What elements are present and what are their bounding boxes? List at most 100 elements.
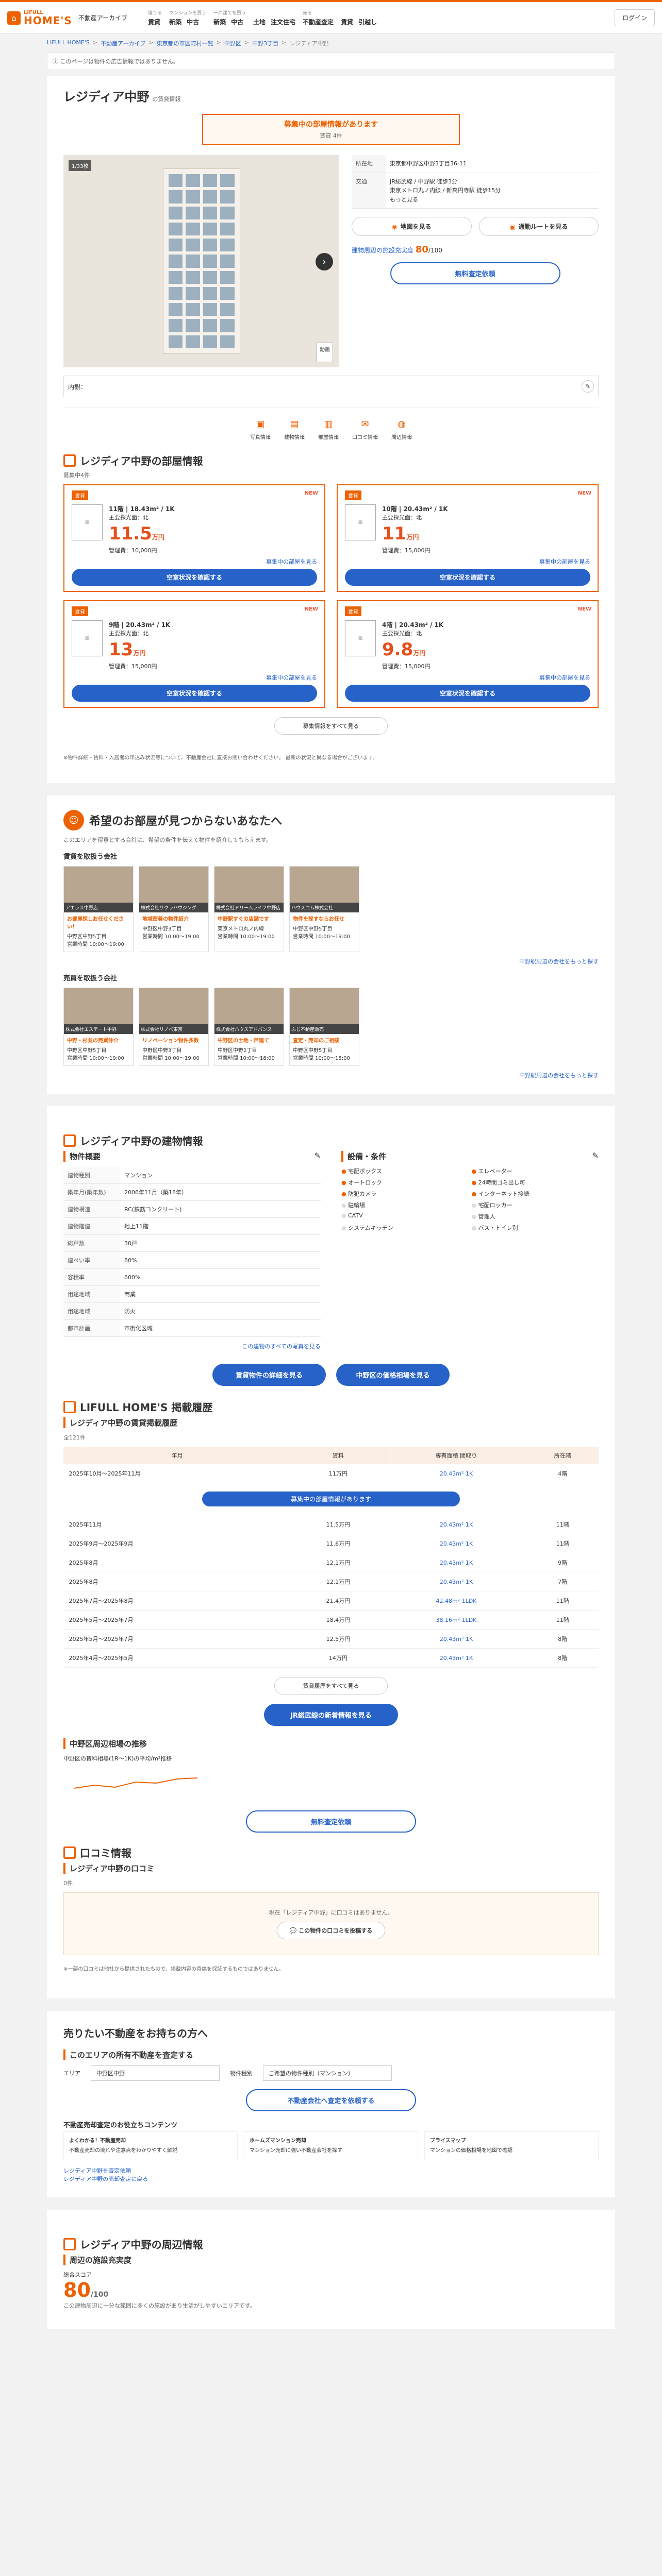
chevron-right-icon[interactable]: › bbox=[316, 253, 333, 270]
nav-item[interactable]: 不動産査定 bbox=[303, 18, 334, 26]
quick-nav-item[interactable]: ▥ 部屋情報 bbox=[318, 417, 339, 441]
floorplan-icon: ▦ bbox=[345, 620, 376, 656]
history-cell: 11.6万円 bbox=[290, 1534, 386, 1553]
room-link[interactable]: 募集中の部屋を見る bbox=[266, 674, 317, 681]
tip-card[interactable]: プライスマップ マンションの価格相場を地図で確認 bbox=[424, 2131, 599, 2160]
nav-item[interactable]: 中古 bbox=[187, 18, 199, 26]
overview-value: マンション bbox=[120, 1167, 321, 1184]
more-rooms-button[interactable]: 募集情報をすべて見る bbox=[274, 717, 388, 735]
window bbox=[168, 270, 183, 284]
appraisal-button[interactable]: 無料査定依頼 bbox=[390, 262, 560, 285]
feature-item: 管理人 bbox=[472, 1212, 599, 1221]
overview-value: RC(鉄筋コンクリート) bbox=[120, 1200, 321, 1218]
breadcrumb-item[interactable]: LIFULL HOME'S bbox=[47, 39, 90, 47]
agent-card[interactable]: 株式会社ドリームライフ中野店 中野駅すぐの店舗です 東京メトロ丸ノ内線 営業時間 10… bbox=[214, 866, 284, 952]
agent-card[interactable]: アエラス中野店 お部屋探しお任せください！ 中野区中野5丁目 営業時間 10:00〜1… bbox=[63, 866, 134, 952]
vacancy-check-button[interactable]: 空室状況を確認する bbox=[72, 569, 317, 586]
tip-card[interactable]: よくわかる！不動産売却 不動産売却の流れや注意点をわかりやすく解説 bbox=[63, 2131, 238, 2160]
price-value: 13 bbox=[109, 639, 134, 660]
nav-item[interactable]: 賃貸 bbox=[341, 18, 353, 26]
nav-item[interactable]: 土地 bbox=[253, 18, 266, 26]
map-button[interactable]: ◉ 地図を見る bbox=[352, 217, 472, 236]
room-link[interactable]: 募集中の部屋を見る bbox=[266, 558, 317, 565]
sell-link[interactable]: レジディア中野の売却査定に戻る bbox=[63, 2175, 599, 2183]
vacancy-check-button[interactable]: 空室状況を確認する bbox=[72, 685, 317, 702]
window bbox=[203, 222, 217, 236]
more-history-button[interactable]: 賃貸履歴をすべて見る bbox=[274, 1677, 388, 1694]
more-sale-agents-link[interactable]: 中野駅周辺の会社をもっと探す bbox=[519, 1072, 599, 1079]
route-button[interactable]: ▣ 通勤ルートを見る bbox=[478, 217, 599, 236]
window bbox=[168, 222, 183, 236]
agents-title: 希望のお部屋が見つからないあなたへ bbox=[89, 815, 283, 828]
room-link[interactable]: 募集中の部屋を見る bbox=[539, 674, 590, 681]
overview-value: 市街化区域 bbox=[120, 1319, 321, 1337]
eval-score: 80 bbox=[415, 244, 428, 256]
agent-card[interactable]: 株式会社エステート中野 中野・杉並の売買仲介 中野区中野5丁目 営業時間 10:00〜… bbox=[63, 988, 134, 1066]
sep: / bbox=[154, 621, 161, 629]
area-select[interactable]: 中野区中野 bbox=[91, 2065, 220, 2081]
pencil-icon[interactable]: ✎ bbox=[582, 380, 594, 393]
nav-item[interactable]: 引越し bbox=[358, 18, 377, 26]
rent-agents-head: 賃貸を取扱う会社 bbox=[63, 853, 118, 861]
breadcrumb-item[interactable]: 不動産アーカイブ bbox=[101, 39, 145, 47]
quick-nav-item[interactable]: ▣ 写真情報 bbox=[250, 417, 271, 441]
agent-body: 地域密着の物件紹介 中野区中野3丁目 営業時間 10:00〜19:00 bbox=[139, 912, 208, 944]
request-appraisal-button[interactable]: 不動産会社へ査定を依頼する bbox=[246, 2089, 416, 2111]
breadcrumb-item[interactable]: 東京都の市区町村一覧 bbox=[157, 39, 213, 47]
agent-card[interactable]: ハウスコム株式会社 物件を探すならお任せ 中野区中野5丁目 営業時間 10:00〜19… bbox=[289, 866, 359, 952]
agent-name: 株式会社ハウスアドバンス bbox=[214, 1024, 284, 1034]
room-link-wrap: 募集中の部屋を見る bbox=[345, 557, 590, 566]
history-cell: 4階 bbox=[526, 1464, 599, 1483]
agent-card[interactable]: 株式会社ハウスアドバンス 中野区の土地・戸建て 中野区中野2丁目 営業時間 10:00… bbox=[214, 988, 284, 1066]
tip-card[interactable]: ホームズマンション売却 マンション売却に強い不動産会社を探す bbox=[244, 2131, 418, 2160]
quick-nav-item[interactable]: ▤ 建物情報 bbox=[284, 417, 305, 441]
vacancy-banner[interactable]: 募集中の部屋情報があります 賃貸 4件 bbox=[202, 114, 460, 145]
nav-item[interactable]: 注文住宅 bbox=[271, 18, 295, 26]
pencil-icon[interactable]: ✎ bbox=[314, 1151, 321, 1162]
history-col: 所在階 bbox=[526, 1447, 599, 1464]
post-review-button[interactable]: 💬 この物件の口コミを投稿する bbox=[276, 1922, 386, 1939]
breadcrumb-item[interactable]: 中野3丁目 bbox=[252, 39, 278, 47]
history-cell: 12.1万円 bbox=[290, 1572, 386, 1591]
vacancy-check-button[interactable]: 空室状況を確認する bbox=[345, 569, 590, 586]
history-cell: 2025年8月 bbox=[63, 1572, 291, 1591]
appraisal-button-2[interactable]: 無料査定依頼 bbox=[246, 1810, 416, 1833]
info-row: 交通 JR総武線 / 中野駅 徒歩3分 東京メトロ丸ノ内線 / 新高円寺駅 徒歩1… bbox=[352, 173, 599, 209]
logo[interactable]: ⌂ LIFULL HOME'S bbox=[7, 10, 72, 26]
quick-nav-item[interactable]: ✉ 口コミ情報 bbox=[352, 417, 378, 441]
pencil-icon[interactable]: ✎ bbox=[592, 1151, 599, 1162]
room-link[interactable]: 募集中の部屋を見る bbox=[539, 558, 590, 565]
archive-label[interactable]: 不動産アーカイブ bbox=[78, 13, 127, 22]
overview-row: 用途地域 防火 bbox=[63, 1302, 321, 1320]
overview-key: 用途地域 bbox=[63, 1302, 120, 1320]
vacancy-check-button[interactable]: 空室状況を確認する bbox=[345, 685, 590, 702]
new-listings-button[interactable]: JR総武線の新着情報を見る bbox=[264, 1704, 398, 1726]
building-image bbox=[162, 168, 240, 354]
price-button[interactable]: 中野区の価格相場を見る bbox=[336, 1364, 450, 1386]
overview-key: 建ぺい率 bbox=[63, 1251, 120, 1269]
eval-link[interactable]: 建物周辺の施設充実度 bbox=[352, 247, 413, 254]
nav-item[interactable]: 新築 bbox=[169, 18, 181, 26]
agent-card[interactable]: 株式会社リノベ東京 リノベーション物件多数 中野区中野3丁目 営業時間 10:00〜1… bbox=[139, 988, 209, 1066]
nav-item[interactable]: 賃貸 bbox=[148, 18, 160, 26]
history-cell: 11階 bbox=[526, 1591, 599, 1611]
more-agents-link[interactable]: 中野駅周辺の会社をもっと探す bbox=[519, 958, 599, 965]
sell-title: 売りたい不動産をお持ちの方へ bbox=[63, 2027, 208, 2040]
type-select[interactable]: ご希望の物件種別（マンション） bbox=[263, 2065, 392, 2081]
agent-card[interactable]: 株式会社サクラハウジング 地域密着の物件紹介 中野区中野3丁目 営業時間 10:00〜… bbox=[139, 866, 209, 952]
video-icon[interactable]: 動画 bbox=[317, 343, 333, 362]
window bbox=[186, 286, 200, 300]
login-button[interactable]: ログイン bbox=[614, 9, 655, 26]
nav-item[interactable]: 中古 bbox=[231, 18, 243, 26]
agent-card[interactable]: ふじ不動産販売 査定・売却のご相談 中野区中野5丁目 営業時間 10:00〜18:00 bbox=[289, 988, 359, 1066]
reviews-heading: 口コミ情報 bbox=[63, 1845, 599, 1860]
main-photo[interactable]: 1/33枚 › 動画 bbox=[63, 155, 339, 367]
quick-nav-label: 口コミ情報 bbox=[352, 435, 378, 440]
all-photos-link[interactable]: この建物のすべての写真を見る bbox=[242, 1343, 321, 1350]
rent-detail-button[interactable]: 賃貸物件の詳細を見る bbox=[212, 1364, 326, 1386]
nav-item[interactable]: 新築 bbox=[213, 18, 226, 26]
vacancy-bar[interactable]: 募集中の部屋情報があります bbox=[202, 1492, 460, 1506]
quick-nav-item[interactable]: ◍ 周辺情報 bbox=[391, 417, 412, 441]
breadcrumb-item[interactable]: 中野区 bbox=[224, 39, 241, 47]
sell-link[interactable]: レジディア中野を査定依頼 bbox=[63, 2166, 599, 2175]
